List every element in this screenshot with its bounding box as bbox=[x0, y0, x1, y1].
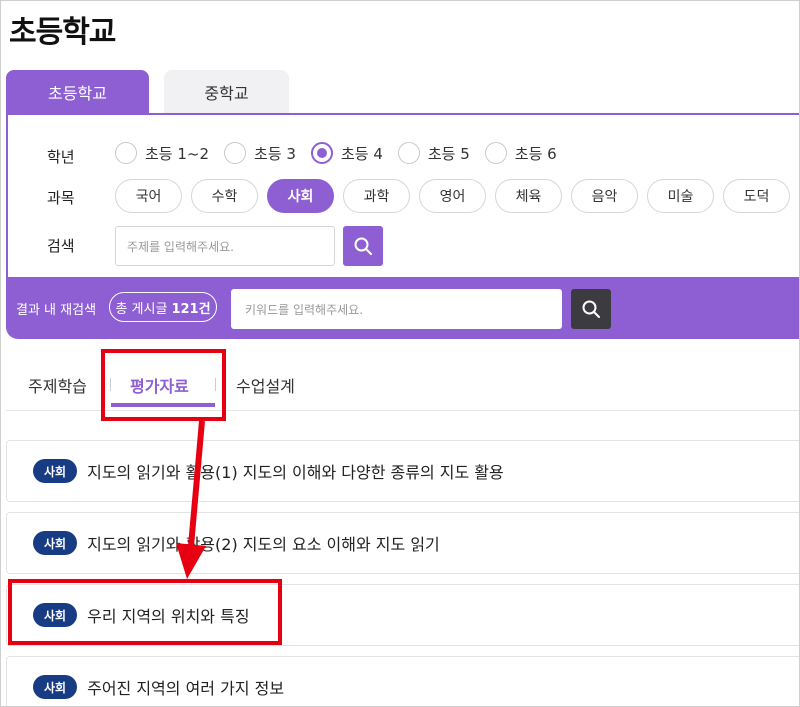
page-frame: 초등학교 초등학교 중학교 학년 초등 1~2 초등 3 초등 4 초등 5 초… bbox=[0, 0, 800, 707]
annotation-arrow bbox=[176, 420, 206, 579]
